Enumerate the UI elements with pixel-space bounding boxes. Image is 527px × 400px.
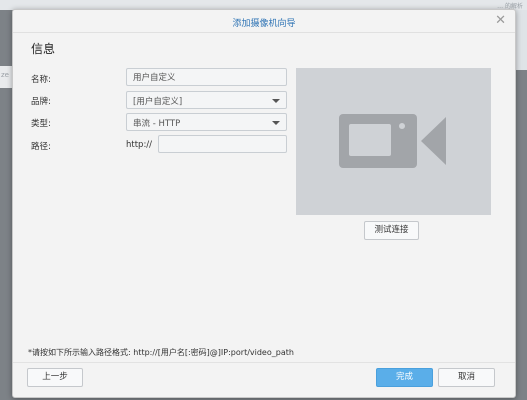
desktop-right-panel <box>515 10 527 70</box>
section-title: 信息 <box>31 42 56 56</box>
path-label: 路径: <box>31 142 51 152</box>
path-prefix: http:// <box>126 140 153 150</box>
brand-select[interactable]: [用户自定义] <box>126 91 287 109</box>
cancel-button[interactable]: 取消 <box>438 368 495 387</box>
type-select[interactable]: 串流 - HTTP <box>126 113 287 131</box>
dialog-title: 添加摄像机向导 <box>232 19 296 29</box>
close-icon[interactable]: ✕ <box>495 13 506 28</box>
desktop-left-text: ze <box>1 71 9 79</box>
video-camera-icon <box>339 114 446 168</box>
back-button[interactable]: 上一步 <box>27 368 83 387</box>
name-label: 名称: <box>31 75 51 85</box>
camera-preview <box>296 68 491 215</box>
test-connection-button[interactable]: 测试连接 <box>364 221 419 240</box>
path-format-hint: *请按如下所示输入路径格式: http://[用户名[:密码]@]IP:port… <box>28 348 294 357</box>
title-divider <box>13 32 515 33</box>
type-select-value: 串流 - HTTP <box>133 119 181 129</box>
chevron-down-icon <box>272 99 280 103</box>
finish-button[interactable]: 完成 <box>376 368 433 387</box>
path-input[interactable] <box>158 135 287 153</box>
add-camera-wizard-dialog: 添加摄像机向导 ✕ 信息 名称: 品牌: [用户自定义] 类型: 串流 - HT… <box>12 9 516 398</box>
brand-label: 品牌: <box>31 97 51 107</box>
type-label: 类型: <box>31 119 51 129</box>
name-input[interactable] <box>126 68 287 86</box>
footer-divider <box>13 362 515 363</box>
brand-select-value: [用户自定义] <box>133 97 183 107</box>
chevron-down-icon <box>272 121 280 125</box>
